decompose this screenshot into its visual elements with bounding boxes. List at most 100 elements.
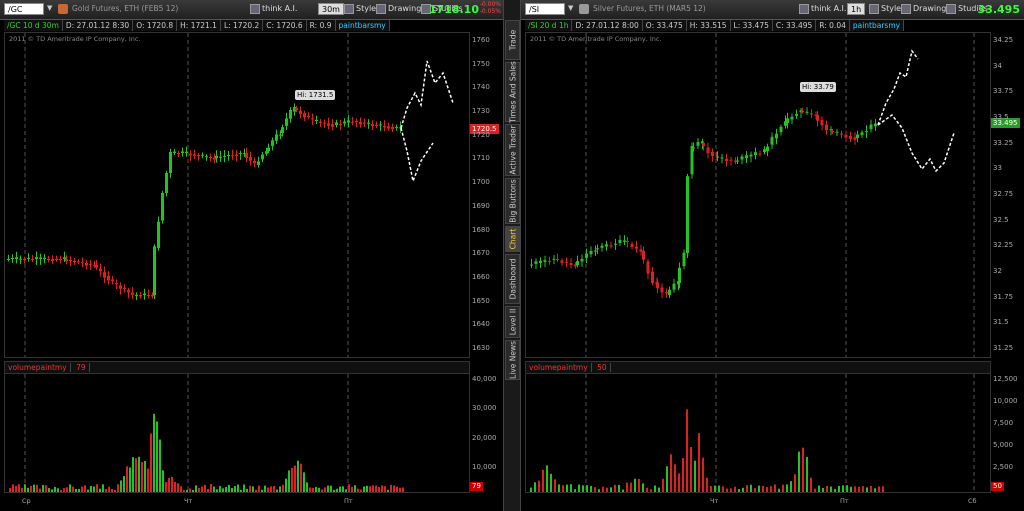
volume-bar xyxy=(15,486,17,492)
drawings-button[interactable]: Drawings xyxy=(901,3,950,15)
bar-open: O: 1720.8 xyxy=(133,20,178,31)
price-axis-tick: 1650 xyxy=(472,296,490,305)
volume-bar xyxy=(706,477,708,492)
style-button[interactable]: Style xyxy=(869,3,901,15)
volume-bar xyxy=(822,488,824,492)
volume-bar xyxy=(300,463,302,492)
style-icon xyxy=(344,3,354,14)
volume-bar xyxy=(279,486,281,492)
volume-chart[interactable] xyxy=(525,373,991,493)
volume-bar xyxy=(231,488,233,492)
volume-bar xyxy=(48,488,50,492)
volume-bar xyxy=(102,484,104,492)
think-ai-button[interactable]: think A.I. xyxy=(250,3,297,15)
study-label[interactable]: paintbarsmy xyxy=(849,20,905,31)
price-chart[interactable]: 2011 © TD Ameritrade IP Company, Inc. Hi… xyxy=(4,32,470,358)
volume-bar xyxy=(267,487,269,492)
volume-bar xyxy=(384,486,386,492)
projection-layer xyxy=(877,49,955,173)
volume-bar xyxy=(634,478,636,492)
volume-bar xyxy=(686,409,688,492)
projection-down xyxy=(877,113,955,173)
volume-bar xyxy=(562,485,564,492)
tab-live-news[interactable]: Live News xyxy=(505,340,520,380)
volume-bar xyxy=(237,484,239,492)
chevron-down-icon[interactable]: ▼ xyxy=(47,4,55,14)
volume-bar xyxy=(81,486,83,492)
volume-bar xyxy=(129,467,131,492)
volume-bar xyxy=(357,488,359,492)
volume-bar xyxy=(30,485,32,492)
volume-bar xyxy=(192,489,194,492)
volume-chart[interactable] xyxy=(4,373,470,493)
volume-bar xyxy=(722,486,724,492)
volume-bar xyxy=(99,488,101,492)
volume-bar xyxy=(710,486,712,492)
tab-times-and-sales[interactable]: Times And Sales xyxy=(505,61,520,123)
volume-bar xyxy=(276,489,278,492)
volume-bar xyxy=(225,486,227,492)
volume-bar xyxy=(240,489,242,492)
tab-level-ii[interactable]: Level II xyxy=(505,306,520,338)
time-axis-tick: Пт xyxy=(344,497,353,505)
volume-bar xyxy=(69,484,71,492)
volume-bar xyxy=(802,447,804,492)
volume-bar xyxy=(770,486,772,492)
volume-bar xyxy=(670,454,672,492)
drawings-button[interactable]: Drawings xyxy=(376,3,425,15)
volume-bar xyxy=(45,485,47,492)
price-axis-tick: 1750 xyxy=(472,59,490,68)
tab-chart[interactable]: Chart xyxy=(505,226,520,252)
volume-study-label[interactable]: volumepaintmy xyxy=(5,363,71,372)
volume-bar xyxy=(742,487,744,492)
tab-active-trader[interactable]: Active Trader xyxy=(505,124,520,176)
style-icon xyxy=(869,3,879,14)
time-axis-tick: Чт xyxy=(184,497,193,505)
volume-bar xyxy=(369,486,371,492)
volume-bar xyxy=(566,484,568,492)
volume-bar xyxy=(114,489,116,492)
volume-bar xyxy=(666,466,668,492)
volume-bar xyxy=(9,488,11,492)
symbol-input[interactable]: /GC xyxy=(4,3,44,15)
price-axis-tick: 1660 xyxy=(472,272,490,281)
bar-date: D: 27.01.12 8:30 xyxy=(62,20,134,31)
tab-trade[interactable]: Trade xyxy=(505,20,520,60)
volume-axis-tick: 10,000 xyxy=(472,463,497,471)
volume-bar xyxy=(303,472,305,492)
price-axis[interactable]: 33.495 34.25 34 33.75 33.5 33.25 33 32.75 32.5 3… xyxy=(991,32,1024,356)
volume-bar xyxy=(826,485,828,492)
price-change: -0.00% -0.05% xyxy=(479,1,501,15)
style-button[interactable]: Style xyxy=(344,3,376,15)
chevron-down-icon[interactable]: ▼ xyxy=(568,4,576,14)
volume-bar xyxy=(650,489,652,492)
volume-bar xyxy=(590,485,592,492)
volume-bar xyxy=(42,484,44,492)
volume-bar xyxy=(806,456,808,492)
volume-bar xyxy=(345,489,347,492)
volume-bar xyxy=(285,478,287,492)
aggregation-button[interactable]: 1h xyxy=(847,3,866,15)
think-ai-button[interactable]: think A.I. xyxy=(799,3,846,15)
volume-bar xyxy=(108,486,110,492)
price-axis-tick: 33.75 xyxy=(993,87,1014,96)
volume-bar xyxy=(570,484,572,492)
symbol-input[interactable]: /SI xyxy=(525,3,565,15)
volume-axis-tick: 10,000 xyxy=(993,397,1018,405)
aggregation-button[interactable]: 30m xyxy=(318,3,344,15)
tab-dashboard[interactable]: Dashboard xyxy=(505,254,520,304)
volume-study-label[interactable]: volumepaintmy xyxy=(526,363,592,372)
volume-tag: 50 xyxy=(991,482,1004,491)
study-label[interactable]: paintbarsmy xyxy=(335,20,390,31)
volume-bar xyxy=(790,481,792,492)
price-chart[interactable]: 2011 © TD Ameritrade IP Company, Inc. Hi… xyxy=(525,32,991,358)
instrument-description: Silver Futures, ETH (MAR5 12) xyxy=(593,4,706,13)
instrument-icon xyxy=(58,4,68,14)
tab-big-buttons[interactable]: Big Buttons xyxy=(505,178,520,224)
volume-bar xyxy=(698,433,700,492)
price-axis[interactable]: 1720.5 1760 1750 1740 1730 1720 1710 1700 1690 1… xyxy=(470,32,503,356)
bar-date: D: 27.01.12 8:00 xyxy=(572,20,643,31)
timeframe-label[interactable]: /SI 20 d 1h xyxy=(525,20,573,31)
timeframe-label[interactable]: /GC 10 d 30m xyxy=(4,20,63,31)
volume-bar xyxy=(198,487,200,492)
